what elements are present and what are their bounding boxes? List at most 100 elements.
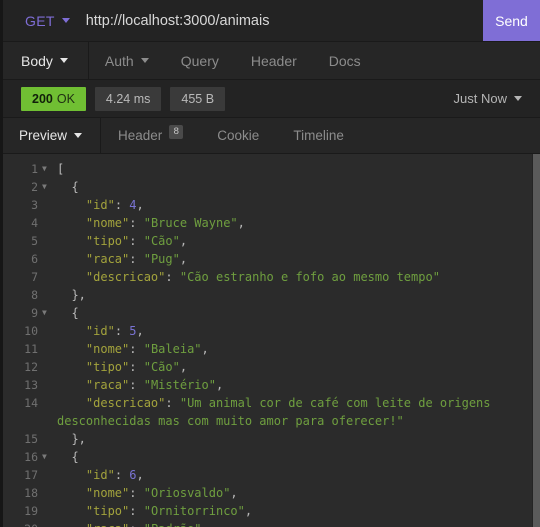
tab-response-header[interactable]: Header 8: [101, 118, 200, 153]
code-text: "nome": "Bruce Wayne",: [85, 216, 245, 230]
code-line: 5 "tipo": "Cão",: [3, 232, 532, 250]
code-text: "id": 5,: [85, 324, 144, 338]
code-line: 1 ▼ [: [3, 160, 532, 178]
url-input[interactable]: [83, 0, 483, 41]
tab-docs[interactable]: Docs: [313, 42, 377, 79]
response-timestamp-selector[interactable]: Just Now: [454, 91, 526, 106]
code-line: 10 "id": 5,: [3, 322, 532, 340]
line-number: 20: [3, 520, 41, 527]
tab-response-header-label: Header: [118, 128, 163, 143]
request-url-bar: GET Send: [3, 0, 540, 42]
chevron-down-icon: [59, 58, 68, 63]
code-line: 9 ▼ {: [3, 304, 532, 322]
response-size: 455 B: [170, 86, 226, 111]
line-number: 16: [24, 450, 38, 464]
tab-header[interactable]: Header: [235, 42, 313, 79]
line-number: 12: [24, 360, 38, 374]
code-line: 8 },: [3, 286, 532, 304]
fold-arrow-icon[interactable]: ▼: [41, 304, 52, 322]
code-text: "tipo": "Cão",: [85, 234, 188, 248]
response-tabs: Preview Header 8 Cookie Timeline: [3, 118, 540, 154]
status-code-text: OK: [56, 91, 75, 106]
code-text: {: [71, 450, 79, 464]
line-number: 2: [31, 180, 38, 194]
line-number: 13: [24, 378, 38, 392]
line-number: 11: [24, 342, 38, 356]
line-number: 19: [24, 504, 38, 518]
chevron-down-icon: [514, 96, 522, 101]
tab-preview-label: Preview: [19, 128, 68, 143]
code-line: 12 "tipo": "Cão",: [3, 358, 532, 376]
json-code: 1 ▼[2 ▼ {3 "id": 4, 4 "nome": "Bruce Wayne"…: [3, 154, 532, 527]
scrollbar-thumb[interactable]: [533, 154, 540, 527]
send-button[interactable]: Send: [483, 0, 540, 41]
code-line: 19 "tipo": "Ornitorrinco",: [3, 502, 532, 520]
fold-arrow-icon[interactable]: ▼: [41, 178, 52, 196]
line-number: 14: [24, 396, 38, 410]
code-text: "descricao": "Cão estranho e fofo ao mes…: [85, 270, 440, 284]
response-time: 4.24 ms: [94, 86, 162, 111]
chevron-down-icon: [74, 133, 83, 138]
code-line: 4 "nome": "Bruce Wayne",: [3, 214, 532, 232]
code-line: 17 "id": 6,: [3, 466, 532, 484]
code-line: 2 ▼ {: [3, 178, 532, 196]
line-number: 10: [24, 324, 38, 338]
status-badge: 200 OK: [21, 86, 86, 111]
code-line: 13 "raca": "Mistério",: [3, 376, 532, 394]
code-text: "id": 6,: [85, 468, 144, 482]
code-text: "tipo": "Ornitorrinco",: [85, 504, 253, 518]
response-status-bar: 200 OK 4.24 ms 455 B Just Now: [3, 80, 540, 118]
line-number: 4: [31, 216, 38, 230]
line-number: 3: [31, 198, 38, 212]
code-text: "raca": "Pug",: [85, 252, 188, 266]
code-line: 16 ▼ {: [3, 448, 532, 466]
fold-arrow-icon[interactable]: ▼: [41, 448, 52, 466]
line-number: 18: [24, 486, 38, 500]
tab-body[interactable]: Body: [3, 42, 89, 79]
fold-arrow-icon[interactable]: ▼: [41, 160, 52, 178]
code-text: "nome": "Oriosvaldo",: [85, 486, 238, 500]
status-code: 200: [32, 91, 53, 106]
line-number: 15: [24, 432, 38, 446]
tab-auth[interactable]: Auth: [89, 42, 165, 79]
vertical-scrollbar[interactable]: [532, 154, 540, 527]
chevron-down-icon: [140, 58, 149, 63]
tab-cookie[interactable]: Cookie: [200, 118, 276, 153]
api-client-window: GET Send Body Auth Query Header Docs 200…: [0, 0, 540, 527]
code-text: [: [57, 162, 65, 176]
http-method-selector[interactable]: GET: [3, 0, 84, 41]
tab-preview[interactable]: Preview: [3, 118, 102, 153]
code-line: 20 "raca": "Padrão",: [3, 520, 532, 527]
line-number: 17: [24, 468, 38, 482]
line-number: 6: [31, 252, 38, 266]
code-text: },: [71, 288, 86, 302]
code-text: {: [71, 180, 79, 194]
code-text: "nome": "Baleia",: [85, 342, 209, 356]
code-text: "raca": "Mistério",: [85, 378, 224, 392]
code-text: "descricao": "Um animal cor de café com …: [57, 396, 498, 428]
line-number: 9: [31, 306, 38, 320]
code-line: 15 },: [3, 430, 532, 448]
code-text: "tipo": "Cão",: [85, 360, 188, 374]
header-count-badge: 8: [169, 124, 184, 139]
tab-body-label: Body: [21, 52, 53, 69]
code-line: 18 "nome": "Oriosvaldo",: [3, 484, 532, 502]
code-line: 7 "descricao": "Cão estranho e fofo ao m…: [3, 268, 532, 286]
code-line: 11 "nome": "Baleia",: [3, 340, 532, 358]
tab-timeline[interactable]: Timeline: [276, 118, 361, 153]
tab-query[interactable]: Query: [165, 42, 235, 79]
line-number: 7: [31, 270, 38, 284]
code-line: 6 "raca": "Pug",: [3, 250, 532, 268]
code-text: "raca": "Padrão",: [52, 520, 532, 527]
code-text: },: [71, 432, 86, 446]
code-line: 3 "id": 4,: [3, 196, 532, 214]
code-text: {: [71, 306, 79, 320]
line-number: 8: [31, 288, 38, 302]
code-line: 14 "descricao": "Um animal cor de café c…: [3, 394, 532, 430]
request-tabs: Body Auth Query Header Docs: [3, 42, 540, 80]
code-text: "id": 4,: [85, 198, 144, 212]
chevron-down-icon: [61, 18, 70, 23]
line-number: 5: [31, 234, 38, 248]
response-body-viewer[interactable]: 1 ▼[2 ▼ {3 "id": 4, 4 "nome": "Bruce Wayne"…: [3, 154, 540, 527]
http-method-label: GET: [25, 12, 55, 29]
